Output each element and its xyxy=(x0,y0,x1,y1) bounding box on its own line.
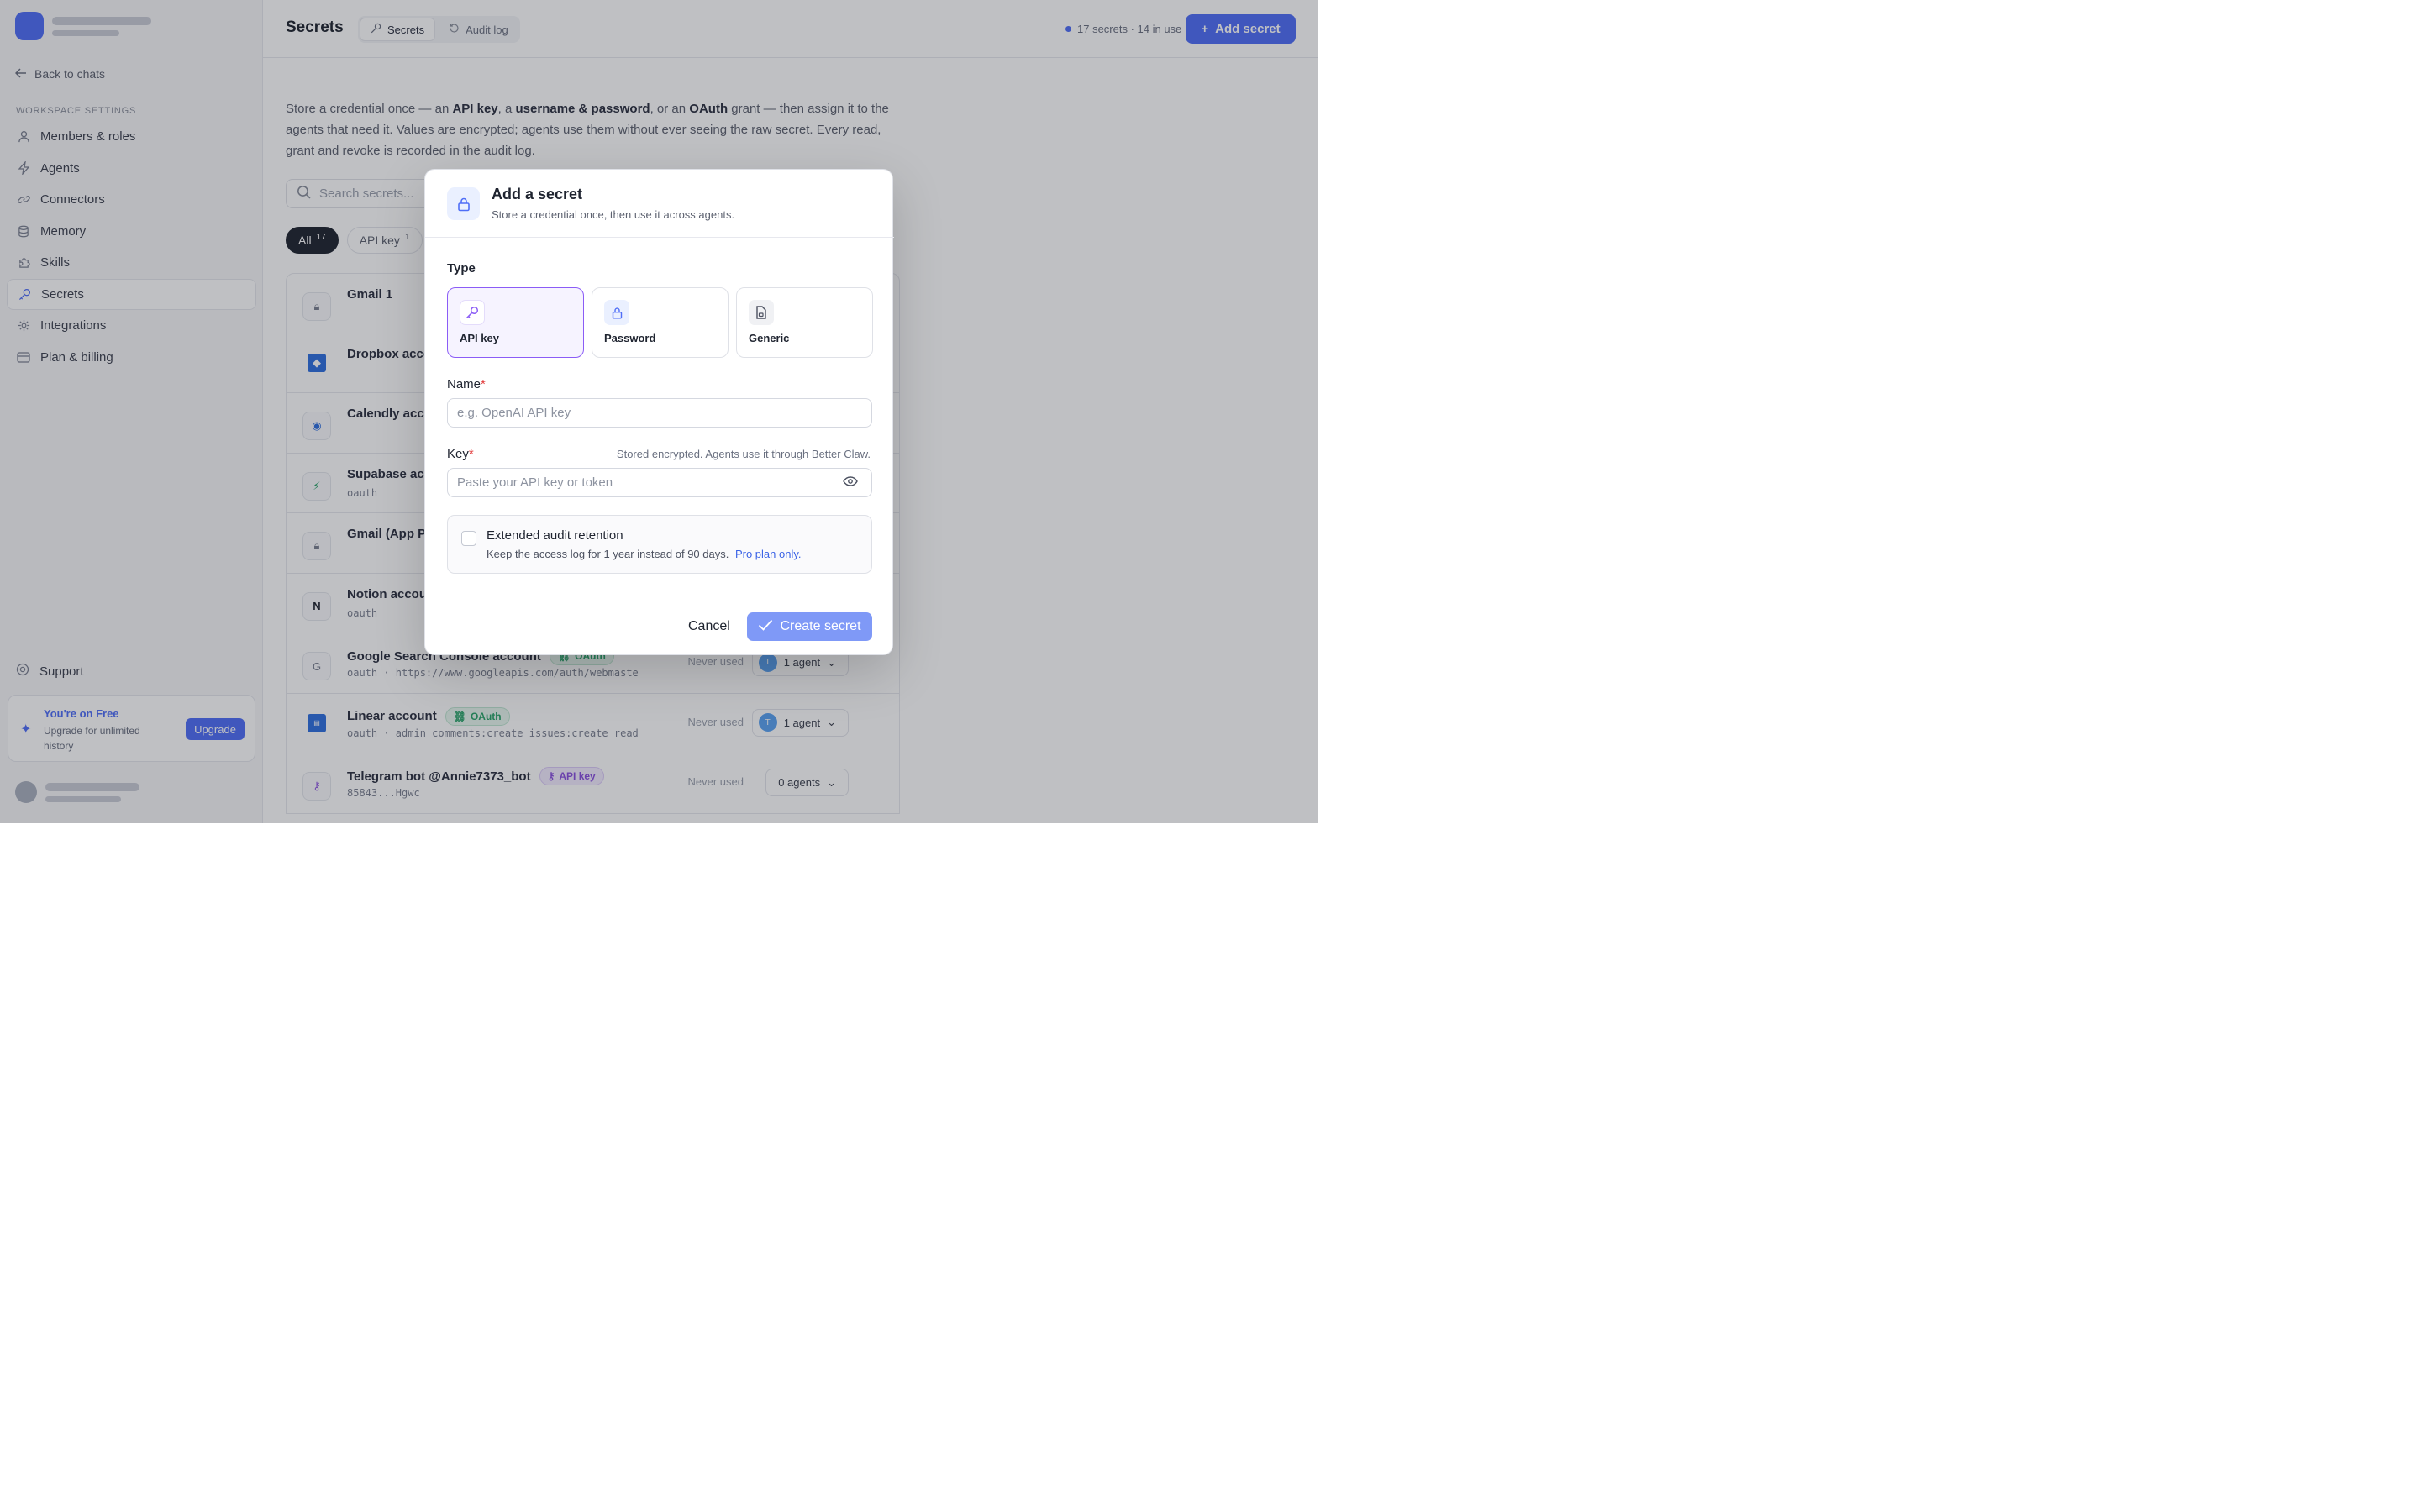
name-field[interactable] xyxy=(447,398,872,428)
name-label: Name* xyxy=(447,377,486,391)
create-secret-button[interactable]: Create secret xyxy=(747,612,872,641)
add-secret-dialog: Add a secret Store a credential once, th… xyxy=(424,169,894,656)
type-option-label: Password xyxy=(604,332,656,344)
key-label: Key* xyxy=(447,447,474,461)
check-icon xyxy=(758,619,773,635)
key-hint: Stored encrypted. Agents use it through … xyxy=(616,448,871,460)
secret-type-picker: API key Password Generic xyxy=(447,287,873,358)
required-mark: * xyxy=(468,447,474,461)
dialog-subtitle: Store a credential once, then use it acr… xyxy=(492,208,735,221)
retention-subtitle: Keep the access log for 1 year instead o… xyxy=(487,548,802,560)
pro-plan-link[interactable]: Pro plan only. xyxy=(735,548,802,560)
type-option-label: Generic xyxy=(749,332,790,344)
key-icon xyxy=(460,300,485,325)
eye-icon[interactable] xyxy=(843,475,860,487)
lock-icon xyxy=(447,187,480,220)
retention-title: Extended audit retention xyxy=(487,528,623,543)
required-mark: * xyxy=(481,377,486,391)
type-option-label: API key xyxy=(460,332,499,344)
key-label-text: Key xyxy=(447,447,469,461)
extended-audit-option: Extended audit retention Keep the access… xyxy=(447,515,872,574)
create-secret-label: Create secret xyxy=(780,619,861,633)
name-label-text: Name xyxy=(447,377,481,391)
lock-icon xyxy=(604,300,629,325)
app-window: Back to chats WORKSPACE SETTINGS Members… xyxy=(0,0,1318,823)
type-option-generic[interactable]: Generic xyxy=(736,287,873,358)
cancel-button[interactable]: Cancel xyxy=(677,612,741,641)
key-field[interactable] xyxy=(447,468,872,497)
type-option-password[interactable]: Password xyxy=(592,287,729,358)
extended-audit-checkbox[interactable] xyxy=(461,531,476,546)
retention-subtitle-text: Keep the access log for 1 year instead o… xyxy=(487,548,729,560)
type-option-api-key[interactable]: API key xyxy=(447,287,584,358)
dialog-title: Add a secret xyxy=(492,186,583,202)
file-icon xyxy=(749,300,774,325)
dialog-footer: Cancel Create secret xyxy=(425,596,894,656)
dialog-header: Add a secret Store a credential once, th… xyxy=(425,170,894,238)
type-label: Type xyxy=(447,261,476,276)
